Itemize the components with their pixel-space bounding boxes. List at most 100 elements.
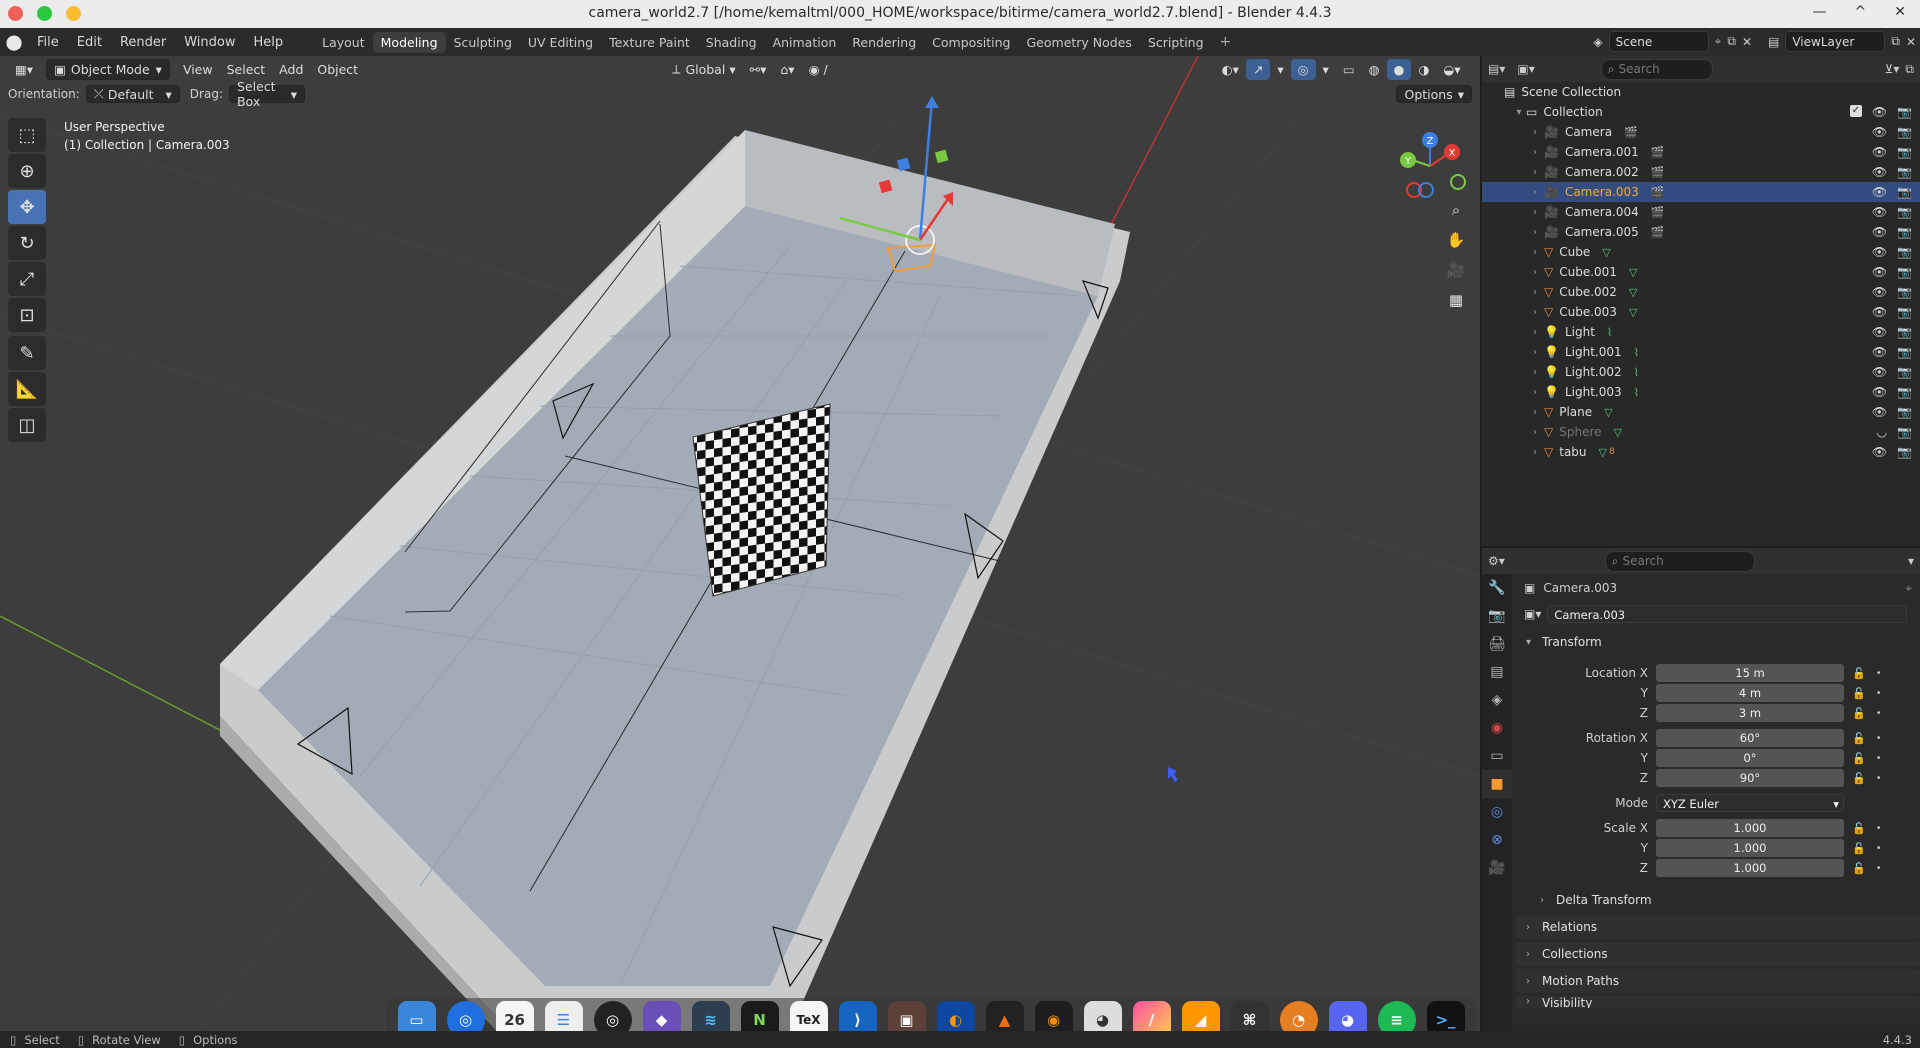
constraints-tab-icon[interactable]: ⊗	[1482, 826, 1512, 854]
chevron-right-icon[interactable]: ›	[1528, 407, 1542, 418]
light-data-icon[interactable]: ⌇	[1634, 346, 1639, 359]
measure-tool-icon[interactable]: 📐	[8, 372, 46, 406]
rotation-y-field[interactable]: 0°	[1656, 749, 1844, 767]
camera-data-icon[interactable]: 🎬	[1651, 186, 1665, 199]
render-tab-icon[interactable]: 📷	[1482, 602, 1512, 630]
camera-render-icon[interactable]: 📷	[1897, 445, 1912, 459]
proportional-edit-icon[interactable]: ◉ ∕	[802, 59, 835, 80]
snap-icon[interactable]: ⌂▾	[773, 59, 801, 80]
pan-hand-icon[interactable]: ✋	[1442, 226, 1470, 254]
light-data-icon[interactable]: ⌇	[1634, 386, 1639, 399]
options-dropdown[interactable]: Options ▾	[1396, 85, 1472, 103]
duplicate-viewlayer-icon[interactable]: ⧉	[1891, 34, 1900, 49]
camera-render-icon[interactable]: 📷	[1897, 145, 1912, 159]
menu-add[interactable]: Add	[272, 59, 310, 80]
eye-icon[interactable]: 👁	[1872, 265, 1887, 279]
menu-window[interactable]: Window	[175, 35, 244, 50]
outliner-item-cube-003[interactable]: › ▽ Cube.003 ▽ 👁 📷	[1482, 302, 1920, 322]
tab-texture-paint[interactable]: Texture Paint	[601, 32, 698, 53]
close-button[interactable]: ✕	[1894, 4, 1906, 20]
eye-icon[interactable]: 👁	[1872, 145, 1887, 159]
move-tool-icon[interactable]: ✥	[8, 190, 46, 224]
chevron-right-icon[interactable]: ›	[1528, 267, 1542, 278]
visibility-icon[interactable]: ◐▾	[1215, 59, 1246, 80]
delete-scene-icon[interactable]: ✕	[1742, 35, 1752, 49]
camera-view-icon[interactable]: 🎥	[1442, 256, 1470, 284]
collection-tab-icon[interactable]: ▭	[1482, 742, 1512, 770]
mesh-data-icon[interactable]: ▽	[1629, 266, 1637, 279]
add-workspace-icon[interactable]: +	[1212, 34, 1240, 50]
chevron-right-icon[interactable]: ›	[1528, 167, 1542, 178]
overlay-toggle-icon[interactable]: ◎	[1290, 58, 1316, 80]
outliner-item-cube-001[interactable]: › ▽ Cube.001 ▽ 👁 📷	[1482, 262, 1920, 282]
tab-rendering[interactable]: Rendering	[844, 32, 924, 53]
pivot-icon[interactable]: ⚯▾	[743, 59, 774, 80]
scale-tool-icon[interactable]: ⤢	[8, 262, 46, 296]
wireframe-shading-icon[interactable]: ◍	[1362, 59, 1387, 80]
duplicate-scene-icon[interactable]: ⧉	[1727, 34, 1736, 49]
eye-icon[interactable]: 👁	[1872, 445, 1887, 459]
xray-icon[interactable]: ▭	[1336, 59, 1362, 80]
mesh-data-icon[interactable]: ▽	[1604, 406, 1612, 419]
keyframe-dot-icon[interactable]: •	[1876, 708, 1882, 719]
transform-panel-header[interactable]: ▾ Transform	[1516, 630, 1920, 654]
output-tab-icon[interactable]: 🖨	[1482, 630, 1512, 658]
chevron-right-icon[interactable]: ›	[1528, 347, 1542, 358]
mesh-data-icon[interactable]: ▽	[1629, 286, 1637, 299]
camera-render-icon[interactable]: 📷	[1897, 105, 1912, 119]
checkbox-icon[interactable]: ✓	[1849, 105, 1862, 117]
tab-modeling[interactable]: Modeling	[372, 31, 446, 53]
lock-icon[interactable]: 🔓	[1852, 752, 1866, 765]
rotation-x-field[interactable]: 60°	[1656, 729, 1844, 747]
outliner-editor-icon[interactable]: ▤▾	[1488, 62, 1505, 76]
outliner-item-light-001[interactable]: › 💡 Light.001 ⌇ 👁 📷	[1482, 342, 1920, 362]
physics-tab-icon[interactable]: ◎	[1482, 798, 1512, 826]
chevron-right-icon[interactable]: ›	[1528, 147, 1542, 158]
tab-shading[interactable]: Shading	[698, 32, 765, 53]
scale-y-field[interactable]: 1.000	[1656, 839, 1844, 857]
tab-animation[interactable]: Animation	[765, 32, 845, 53]
eye-icon[interactable]: 👁	[1872, 365, 1887, 379]
zoom-icon[interactable]: ⌕	[1442, 196, 1470, 224]
camera-data-icon[interactable]: 🎬	[1651, 146, 1665, 159]
tab-uv-editing[interactable]: UV Editing	[520, 32, 601, 53]
material-shading-icon[interactable]: ◑	[1411, 59, 1436, 80]
light-data-icon[interactable]: ⌇	[1634, 366, 1639, 379]
outliner-item-plane[interactable]: › ▽ Plane ▽ 👁 📷	[1482, 402, 1920, 422]
eye-icon[interactable]: 👁	[1872, 205, 1887, 219]
delete-viewlayer-icon[interactable]: ✕	[1906, 35, 1916, 49]
outliner-item-light-002[interactable]: › 💡 Light.002 ⌇ 👁 📷	[1482, 362, 1920, 382]
mesh-data-icon[interactable]: ▽	[1602, 246, 1610, 259]
scale-z-field[interactable]: 1.000	[1656, 859, 1844, 877]
camera-render-icon[interactable]: 📷	[1897, 205, 1912, 219]
camera-render-icon[interactable]: 📷	[1897, 325, 1912, 339]
chevron-right-icon[interactable]: ›	[1528, 307, 1542, 318]
data-tab-icon[interactable]: 🎥	[1482, 854, 1512, 882]
eye-icon[interactable]: 👁	[1872, 225, 1887, 239]
chevron-right-icon[interactable]: ›	[1528, 327, 1542, 338]
transform-tool-icon[interactable]: ⊡	[8, 298, 46, 332]
outliner-item-tabu[interactable]: › ▽ tabu ▽ 8 👁 📷	[1482, 442, 1920, 462]
gizmo-dropdown-icon[interactable]: ▾	[1270, 59, 1290, 80]
overlay-dropdown-icon[interactable]: ▾	[1316, 59, 1336, 80]
blender-logo-icon[interactable]: ⬤	[0, 33, 28, 51]
location-z-field[interactable]: 3 m	[1656, 704, 1844, 722]
camera-render-icon[interactable]: 📷	[1897, 165, 1912, 179]
chevron-right-icon[interactable]: ›	[1528, 187, 1542, 198]
display-mode-icon[interactable]: ▣▾	[1517, 62, 1534, 76]
chevron-right-icon[interactable]: ›	[1528, 387, 1542, 398]
scene-selector[interactable]: Scene	[1608, 31, 1709, 52]
menu-help[interactable]: Help	[245, 35, 293, 50]
eye-icon[interactable]: 👁	[1872, 305, 1887, 319]
datablock-type-icon[interactable]: ▣▾	[1524, 607, 1541, 621]
lock-icon[interactable]: 🔓	[1852, 687, 1866, 700]
outliner-item-camera-004[interactable]: › 🎥 Camera.004 🎬 👁 📷	[1482, 202, 1920, 222]
camera-render-icon[interactable]: 📷	[1897, 285, 1912, 299]
camera-render-icon[interactable]: 📷	[1897, 345, 1912, 359]
menu-view[interactable]: View	[176, 59, 220, 80]
outliner-item-camera[interactable]: › 🎥 Camera 🎬 👁 📷	[1482, 122, 1920, 142]
camera-render-icon[interactable]: 📷	[1897, 305, 1912, 319]
rotate-tool-icon[interactable]: ↻	[8, 226, 46, 260]
keyframe-dot-icon[interactable]: •	[1876, 823, 1882, 834]
viewlayer-selector[interactable]: ViewLayer	[1785, 31, 1886, 52]
